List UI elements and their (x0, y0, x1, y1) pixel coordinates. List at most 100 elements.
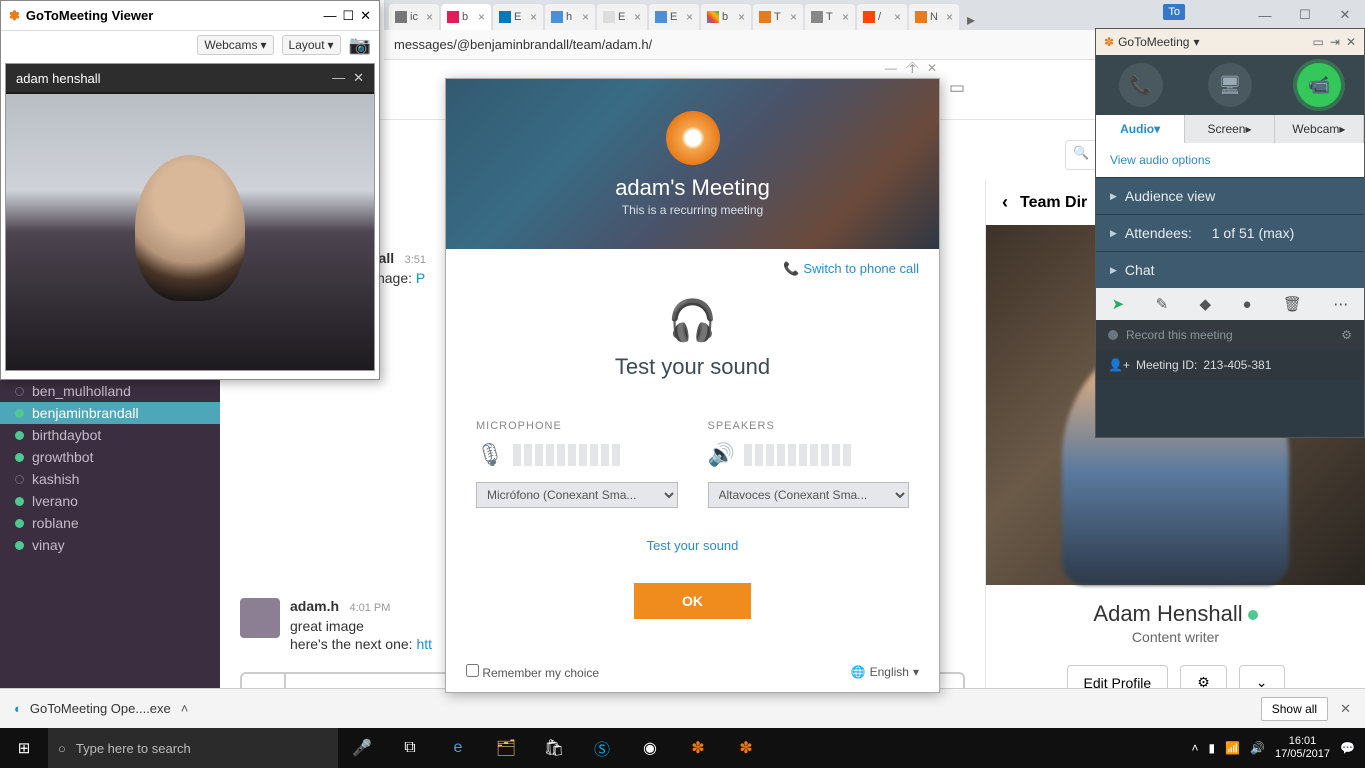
more-tools[interactable]: ⋯ (1333, 295, 1348, 313)
close-button[interactable]: ✕ (1340, 701, 1351, 717)
action-center-icon[interactable]: 💬 (1340, 741, 1355, 755)
accordion-audience[interactable]: ▶Audience view (1096, 177, 1364, 214)
skype-icon[interactable]: Ⓢ (578, 736, 626, 760)
webcams-dropdown[interactable]: Webcams ▾ (197, 35, 273, 55)
close-button[interactable]: ✕ (1325, 0, 1365, 30)
avatar[interactable] (240, 598, 280, 638)
store-icon[interactable]: 🛍 (530, 738, 578, 758)
browser-tab[interactable]: h× (545, 4, 595, 30)
mic-select[interactable]: Micrófono (Conexant Sma... (476, 482, 678, 508)
volume-icon[interactable]: 🔊 (1250, 741, 1265, 755)
sidebar-item[interactable]: lverano (0, 490, 220, 512)
browser-tab[interactable]: T× (805, 4, 855, 30)
gtm-icon[interactable]: ✽ (722, 738, 770, 758)
minimize-button[interactable]: ― (885, 61, 897, 75)
sidebar-item[interactable]: kashish (0, 468, 220, 490)
sidebar-item[interactable]: ben_mulholland (0, 380, 220, 402)
close-button[interactable]: ✕ (927, 61, 937, 75)
translate-badge[interactable]: To (1163, 4, 1185, 20)
test-sound-link[interactable]: Test your sound (476, 538, 909, 553)
highlighter-tool[interactable]: ◆ (1200, 295, 1212, 313)
maximize-button[interactable]: ☐ (342, 8, 354, 24)
invite-icon[interactable]: 👤+ (1108, 358, 1130, 372)
microphone-section: MICROPHONE 🎙 Micrófono (Conexant Sma... (476, 420, 678, 508)
panel-tabs: Audio ▾ Screen ▸ Webcam ▸ (1096, 115, 1364, 143)
gtm-audio-modal: ―⇱✕ adam's Meeting This is a recurring m… (445, 78, 940, 693)
taskbar-search[interactable]: ○ Type here to search (48, 728, 338, 768)
taskview-icon[interactable]: ⧉ (386, 739, 434, 757)
cortana-mic-icon[interactable]: 🎤 (338, 738, 386, 758)
minimize-button[interactable]: ― (332, 70, 345, 86)
record-settings-icon[interactable]: ⚙ (1341, 328, 1352, 342)
minimize-button[interactable]: ― (323, 8, 336, 24)
edge-icon[interactable]: e (434, 739, 482, 757)
wifi-icon[interactable]: 📶 (1225, 741, 1240, 755)
record-row[interactable]: Record this meeting ⚙ (1096, 320, 1364, 350)
pen-tool[interactable]: ✎ (1156, 295, 1169, 313)
browser-tab[interactable]: N× (909, 4, 959, 30)
browser-tab[interactable]: E× (597, 4, 647, 30)
dock-button[interactable]: ▭ (1313, 35, 1324, 49)
mic-icon: 🎙 (476, 442, 504, 468)
window-titlebar[interactable]: ✽ GoToMeeting Viewer ― ☐ ✕ (1, 1, 379, 31)
browser-tab[interactable]: /× (857, 4, 907, 30)
close-button[interactable]: ✕ (353, 70, 364, 86)
switch-phone-link[interactable]: 📞Switch to phone call (783, 261, 919, 277)
help-button[interactable]: ⇱ (903, 59, 920, 76)
browser-tab[interactable]: E× (649, 4, 699, 30)
clock[interactable]: 16:0117/05/2017 (1275, 735, 1330, 761)
browser-tab[interactable]: E× (493, 4, 543, 30)
tab-webcam[interactable]: Webcam ▸ (1275, 115, 1364, 143)
download-chevron-icon[interactable]: ˄ (181, 701, 189, 716)
gtm-icon[interactable]: ✽ (674, 738, 722, 758)
chrome-icon[interactable]: ◉ (626, 738, 674, 758)
screen-button[interactable]: 🖥 (1208, 63, 1252, 107)
ok-button[interactable]: OK (634, 583, 751, 619)
close-button[interactable]: ✕ (360, 8, 371, 24)
camera-icon[interactable]: 📷 (349, 35, 371, 56)
layout-dropdown[interactable]: Layout ▾ (282, 35, 341, 55)
sidebar-item[interactable]: vinay (0, 534, 220, 556)
explorer-icon[interactable]: 🗂 (482, 738, 530, 758)
back-icon[interactable]: ‹ (1002, 192, 1008, 213)
show-all-button[interactable]: Show all (1261, 697, 1328, 721)
start-button[interactable]: ⊞ (0, 739, 48, 757)
accordion-chat[interactable]: ▶Chat (1096, 251, 1364, 288)
pointer-tool[interactable]: ➤ (1112, 295, 1125, 313)
speaker-select[interactable]: Altavoces (Conexant Sma... (708, 482, 910, 508)
phone-button[interactable]: 📞 (1119, 63, 1163, 107)
sidebar-item[interactable]: birthdaybot (0, 424, 220, 446)
tray-overflow[interactable]: ˄ (1191, 741, 1198, 755)
browser-tab[interactable]: T× (753, 4, 803, 30)
tab-screen[interactable]: Screen ▸ (1185, 115, 1274, 143)
audio-options-link[interactable]: View audio options (1096, 143, 1364, 177)
battery-icon[interactable]: ▮ (1208, 741, 1215, 755)
language-selector[interactable]: 🌐 English ▾ (851, 665, 919, 679)
panel-accordion: ▶Audience view ▶Attendees: 1 of 51 (max)… (1096, 177, 1364, 288)
browser-tab[interactable]: b× (701, 4, 751, 30)
close-button[interactable]: ✕ (1346, 35, 1356, 49)
system-tray: ˄ ▮ 📶 🔊 16:0117/05/2017 💬 (1191, 735, 1365, 761)
call-controls: 📞 🖥 📹 (1096, 55, 1364, 115)
webcam-button[interactable]: 📹 (1297, 63, 1341, 107)
collapse-button[interactable]: ⇥ (1330, 35, 1340, 49)
maximize-button[interactable]: ☐ (1285, 0, 1325, 30)
sidebar-item[interactable]: growthbot (0, 446, 220, 468)
tab-audio[interactable]: Audio ▾ (1096, 115, 1185, 143)
spotlight-tool[interactable]: ● (1242, 296, 1251, 313)
trash-tool[interactable]: 🗑 (1283, 295, 1302, 313)
minimize-button[interactable]: ― (1245, 0, 1285, 30)
webcam-feed (6, 94, 374, 370)
new-tab-button[interactable]: ▸ (961, 10, 981, 30)
accordion-attendees[interactable]: ▶Attendees: 1 of 51 (max) (1096, 214, 1364, 251)
gtm-logo-icon: ✽ (9, 8, 20, 24)
download-file[interactable]: GoToMeeting Ope....exe (30, 701, 171, 716)
header-icon[interactable]: ▭ (949, 78, 965, 98)
panel-titlebar[interactable]: ✽ GoToMeeting▾ ▭⇥✕ (1096, 29, 1364, 55)
remember-checkbox[interactable]: Remember my choice (466, 664, 599, 680)
sidebar-item[interactable]: roblane (0, 512, 220, 534)
browser-tab[interactable]: ic× (389, 4, 439, 30)
browser-tab[interactable]: b× (441, 4, 491, 30)
meeting-subtitle: This is a recurring meeting (622, 203, 763, 217)
sidebar-item[interactable]: benjaminbrandall (0, 402, 220, 424)
